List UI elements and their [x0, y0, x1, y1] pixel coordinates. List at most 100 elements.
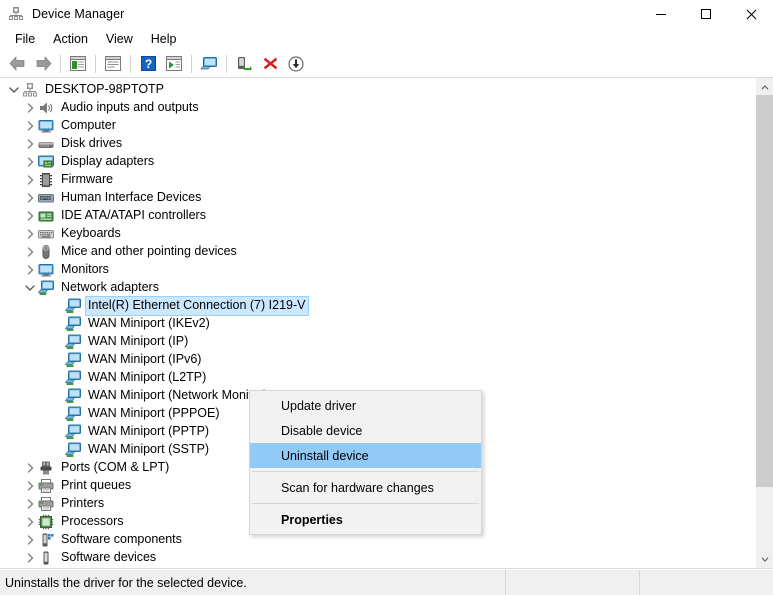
properties-window-icon [105, 56, 121, 71]
scrollbar-thumb[interactable] [756, 95, 773, 487]
context-menu[interactable]: Update driver Disable device Uninstall dev… [249, 390, 482, 535]
chevron-right-icon[interactable] [22, 243, 38, 261]
chevron-right-icon[interactable] [22, 531, 38, 549]
chevron-right-icon[interactable] [22, 207, 38, 225]
chevron-right-icon[interactable] [22, 459, 38, 477]
tree-item-label: Sound, video and game controllers [59, 567, 257, 568]
chevron-right-icon[interactable] [22, 171, 38, 189]
tree-item[interactable]: Firmware [0, 171, 755, 189]
scroll-up-button[interactable] [756, 78, 773, 95]
ctx-scan-for-hardware-changes[interactable]: Scan for hardware changes [250, 475, 481, 500]
tree-item[interactable]: Display adapters [0, 153, 755, 171]
minimize-button[interactable] [638, 0, 683, 28]
ctx-disable-device[interactable]: Disable device [250, 418, 481, 443]
properties-button[interactable] [101, 52, 125, 75]
menu-action[interactable]: Action [44, 30, 97, 49]
tree-item-label: Display adapters [61, 154, 155, 168]
chevron-right-icon[interactable] [22, 495, 38, 513]
tree-item-label: Disk drives [61, 136, 123, 150]
tree-item[interactable]: Audio inputs and outputs [0, 99, 755, 117]
tree-item-label: WAN Miniport (IPv6) [88, 352, 202, 366]
monitor-scan-icon [200, 56, 217, 69]
chevron-right-icon[interactable] [22, 225, 38, 243]
tree-item[interactable]: Software devices [0, 549, 755, 567]
chevron-down-icon[interactable] [22, 279, 38, 297]
enable-device-button[interactable] [232, 52, 256, 75]
tree-item[interactable]: Computer [0, 117, 755, 135]
ctx-update-driver[interactable]: Update driver [250, 393, 481, 418]
tree-item-label: Firmware [61, 172, 114, 186]
network-adapter-icon [64, 388, 81, 404]
scan-for-hardware-changes-button[interactable] [197, 52, 221, 75]
chevron-right-icon[interactable] [22, 513, 38, 531]
chevron-right-icon[interactable] [22, 567, 38, 568]
tree-item-label: Human Interface Devices [61, 190, 202, 204]
chevron-right-icon[interactable] [22, 99, 38, 117]
software-component-icon [38, 532, 54, 548]
network-adapter-icon [64, 298, 81, 314]
tree-item[interactable]: WAN Miniport (IKEv2) [0, 315, 755, 333]
tree-item-label: Intel(R) Ethernet Connection (7) I219-V [84, 296, 310, 316]
maximize-button[interactable] [683, 0, 728, 28]
menu-bar: File Action View Help [0, 28, 773, 50]
menu-help[interactable]: Help [142, 30, 186, 49]
update-driver-button[interactable] [162, 52, 186, 75]
tree-item-label: Network adapters [61, 280, 159, 294]
status-pane-1 [505, 570, 639, 595]
chevron-right-icon[interactable] [22, 117, 38, 135]
chevron-right-icon[interactable] [22, 189, 38, 207]
software-device-icon [38, 550, 54, 566]
tree-item-label: WAN Miniport (SSTP) [88, 442, 210, 456]
menu-file[interactable]: File [6, 30, 44, 49]
vertical-scrollbar[interactable] [755, 78, 773, 568]
tree-item-label: Processors [61, 514, 124, 528]
tree-item[interactable]: Sound, video and game controllers [0, 567, 755, 568]
tree-item[interactable]: Disk drives [0, 135, 755, 153]
tree-item[interactable]: IDE ATA/ATAPI controllers [0, 207, 755, 225]
tree-item[interactable]: Keyboards [0, 225, 755, 243]
red-x-icon [263, 57, 277, 70]
help-question-icon: ? [140, 56, 156, 71]
tree-item-selected[interactable]: Intel(R) Ethernet Connection (7) I219-V [0, 296, 755, 316]
forward-button[interactable] [31, 52, 55, 75]
tree-item-label: WAN Miniport (L2TP) [88, 370, 207, 384]
status-bar: Uninstalls the driver for the selected d… [0, 569, 773, 595]
tree-item-label: Keyboards [61, 226, 121, 240]
tree-item[interactable]: WAN Miniport (IP) [0, 333, 755, 351]
tree-item[interactable]: Network adapters [0, 279, 755, 297]
ctx-properties[interactable]: Properties [250, 507, 481, 532]
context-menu-separator [252, 503, 479, 504]
chevron-right-icon[interactable] [22, 261, 38, 279]
tree-item[interactable]: Mice and other pointing devices [0, 243, 755, 261]
chevron-right-icon[interactable] [22, 135, 38, 153]
tree-item-label: Monitors [61, 262, 109, 276]
scroll-down-button[interactable] [756, 551, 773, 568]
close-button[interactable] [728, 0, 773, 28]
tree-item-label: Print queues [61, 478, 132, 492]
network-adapter-icon [64, 352, 81, 368]
chevron-right-icon[interactable] [22, 549, 38, 567]
chevron-right-icon[interactable] [22, 477, 38, 495]
tree-item[interactable]: Human Interface Devices [0, 189, 755, 207]
update-driver-icon [166, 56, 182, 71]
uninstall-device-button[interactable] [258, 52, 282, 75]
tree-item[interactable]: Monitors [0, 261, 755, 279]
ctx-uninstall-device[interactable]: Uninstall device [250, 443, 481, 468]
back-button[interactable] [5, 52, 29, 75]
chevron-right-icon[interactable] [22, 153, 38, 171]
toolbar-separator [130, 54, 131, 73]
tree-item[interactable]: DESKTOP-98PTOTP [0, 81, 755, 99]
tree-item[interactable]: WAN Miniport (L2TP) [0, 369, 755, 387]
chevron-down-icon[interactable] [6, 81, 22, 99]
tree-item[interactable]: WAN Miniport (IPv6) [0, 351, 755, 369]
help-button[interactable]: ? [136, 52, 160, 75]
add-legacy-hardware-button[interactable] [284, 52, 308, 75]
tree-item-label: WAN Miniport (IP) [88, 334, 189, 348]
close-icon [745, 9, 756, 20]
show-hide-console-tree-button[interactable] [66, 52, 90, 75]
port-icon [38, 460, 54, 476]
menu-view[interactable]: View [97, 30, 142, 49]
